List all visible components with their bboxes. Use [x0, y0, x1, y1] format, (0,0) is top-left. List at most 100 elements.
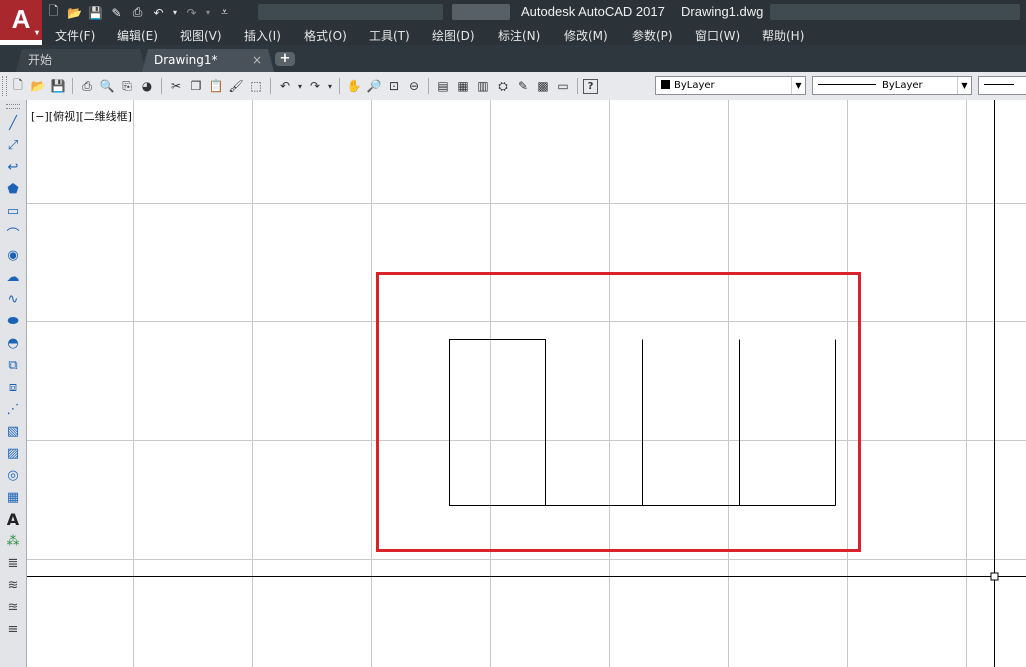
- menu-modify[interactable]: 修改(M): [564, 27, 608, 44]
- plot-icon[interactable]: ⎙: [78, 77, 96, 95]
- pan-icon[interactable]: ✋: [345, 77, 363, 95]
- tab-drawing1[interactable]: Drawing1* ×: [142, 49, 274, 72]
- tab-start[interactable]: 开始: [16, 49, 146, 72]
- menu-help[interactable]: 帮助(H): [762, 27, 804, 44]
- qnew-icon[interactable]: 🗋: [9, 77, 27, 95]
- undo-icon[interactable]: ↶: [150, 4, 167, 21]
- zoom-window-icon[interactable]: ⊡: [385, 77, 403, 95]
- menu-view[interactable]: 视图(V): [180, 27, 222, 44]
- command-line-icon[interactable]: ▭: [554, 77, 572, 95]
- rectangle-icon[interactable]: ▭: [3, 200, 23, 222]
- revision-cloud-icon[interactable]: ☁: [3, 266, 23, 288]
- save-icon[interactable]: 💾: [87, 4, 104, 21]
- properties-icon[interactable]: ▤: [434, 77, 452, 95]
- linetype-control-select[interactable]: ByLayer ▼: [812, 76, 972, 95]
- menu-tools[interactable]: 工具(T): [369, 27, 410, 44]
- customize-icon[interactable]: ⩡: [216, 4, 233, 21]
- toolbar-separator: [577, 78, 578, 94]
- lineweight-control-select[interactable]: B: [978, 76, 1026, 95]
- menu-parametric[interactable]: 参数(P): [632, 27, 673, 44]
- block-editor-icon[interactable]: ⬚: [247, 77, 265, 95]
- 3d-print-icon[interactable]: ◕: [138, 77, 156, 95]
- publish-icon[interactable]: ⎘: [118, 77, 136, 95]
- plot-preview-icon[interactable]: 🔍: [98, 77, 116, 95]
- menu-window[interactable]: 窗口(W): [695, 27, 740, 44]
- obscured-region: [452, 4, 510, 20]
- multiline-text-icon[interactable]: A: [3, 508, 23, 530]
- circle-icon[interactable]: ◉: [3, 244, 23, 266]
- open-icon[interactable]: 📂: [29, 77, 47, 95]
- redo-dropdown-icon[interactable]: ▾: [204, 4, 212, 21]
- toolbar-separator: [72, 78, 73, 94]
- new-icon[interactable]: 🗋: [45, 4, 62, 21]
- menu-file[interactable]: 文件(F): [55, 27, 95, 44]
- zoom-previous-icon[interactable]: ⊖: [405, 77, 423, 95]
- insert-block-icon[interactable]: ⧉: [3, 354, 23, 376]
- menu-draw[interactable]: 绘图(D): [432, 27, 475, 44]
- chevron-down-icon[interactable]: ▾: [326, 77, 334, 95]
- layer-isolate-icon[interactable]: ≡: [3, 618, 23, 640]
- point-icon[interactable]: ⋰: [3, 398, 23, 420]
- table-icon[interactable]: ▦: [3, 486, 23, 508]
- open-icon[interactable]: 📂: [66, 4, 83, 21]
- gradient-icon[interactable]: ▨: [3, 442, 23, 464]
- toolbar-grip[interactable]: [6, 104, 20, 109]
- make-block-icon[interactable]: ⧈: [3, 376, 23, 398]
- document-title: Drawing1.dwg: [681, 4, 764, 19]
- line-icon[interactable]: ╱: [3, 112, 23, 134]
- add-selected-icon[interactable]: ⁂: [3, 530, 23, 552]
- layer-states-icon[interactable]: ≊: [3, 596, 23, 618]
- chevron-down-icon[interactable]: ▾: [296, 77, 304, 95]
- viewport-controls[interactable]: [−][俯视][二维线框]: [31, 108, 132, 124]
- drawing-canvas[interactable]: [−][俯视][二维线框]: [27, 100, 1026, 667]
- save-as-icon[interactable]: ✎: [108, 4, 125, 21]
- tab-label: 开始: [28, 53, 53, 67]
- arc-icon[interactable]: ⌒: [3, 222, 23, 244]
- region-icon[interactable]: ◎: [3, 464, 23, 486]
- polygon-icon[interactable]: ⬟: [3, 178, 23, 200]
- color-swatch: [661, 80, 670, 89]
- toolbar-grip[interactable]: [2, 76, 7, 96]
- obscured-region: [770, 4, 1020, 20]
- menu-edit[interactable]: 编辑(E): [117, 27, 158, 44]
- new-tab-button[interactable]: +: [275, 52, 295, 66]
- calculator-icon[interactable]: ▩: [534, 77, 552, 95]
- sheet-set-icon[interactable]: ⛭: [494, 77, 512, 95]
- markup-icon[interactable]: ✎: [514, 77, 532, 95]
- design-center-icon[interactable]: ▦: [454, 77, 472, 95]
- close-icon[interactable]: ×: [252, 49, 262, 71]
- zoom-realtime-icon[interactable]: 🔎: [365, 77, 383, 95]
- redo-icon[interactable]: ↷: [306, 77, 324, 95]
- toolbar-separator: [339, 78, 340, 94]
- save-icon[interactable]: 💾: [49, 77, 67, 95]
- file-tab-bar: 开始 Drawing1* ×: [0, 45, 1026, 72]
- lineweight-sample: [984, 84, 1014, 85]
- hatch-icon[interactable]: ▧: [3, 420, 23, 442]
- copy-icon[interactable]: ❐: [187, 77, 205, 95]
- match-properties-icon[interactable]: 🖌: [227, 77, 245, 95]
- plot-icon[interactable]: ⎙: [129, 4, 146, 21]
- application-menu-button[interactable]: A ▾: [0, 0, 42, 40]
- toolbar-separator: [161, 78, 162, 94]
- undo-dropdown-icon[interactable]: ▾: [171, 4, 179, 21]
- redo-icon[interactable]: ↷: [183, 4, 200, 21]
- help-icon[interactable]: ?: [583, 78, 598, 94]
- cut-icon[interactable]: ✂: [167, 77, 185, 95]
- layer-previous-icon[interactable]: ≋: [3, 574, 23, 596]
- obscured-region: [258, 4, 443, 20]
- tool-palettes-icon[interactable]: ▥: [474, 77, 492, 95]
- menu-bar: 文件(F) 编辑(E) 视图(V) 插入(I) 格式(O) 工具(T) 绘图(D…: [42, 25, 1026, 45]
- undo-icon[interactable]: ↶: [276, 77, 294, 95]
- linetype-value: ByLayer: [882, 80, 923, 91]
- polyline-icon[interactable]: ↩: [3, 156, 23, 178]
- spline-icon[interactable]: ∿: [3, 288, 23, 310]
- menu-insert[interactable]: 插入(I): [244, 27, 281, 44]
- ellipse-icon[interactable]: ⬬: [3, 310, 23, 332]
- layer-properties-icon[interactable]: ≣: [3, 552, 23, 574]
- paste-icon[interactable]: 📋: [207, 77, 225, 95]
- construction-line-icon[interactable]: ⤢: [3, 134, 23, 156]
- color-control-select[interactable]: ByLayer ▼: [655, 76, 806, 95]
- menu-format[interactable]: 格式(O): [304, 27, 347, 44]
- menu-dimension[interactable]: 标注(N): [498, 27, 540, 44]
- ellipse-arc-icon[interactable]: ◓: [3, 332, 23, 354]
